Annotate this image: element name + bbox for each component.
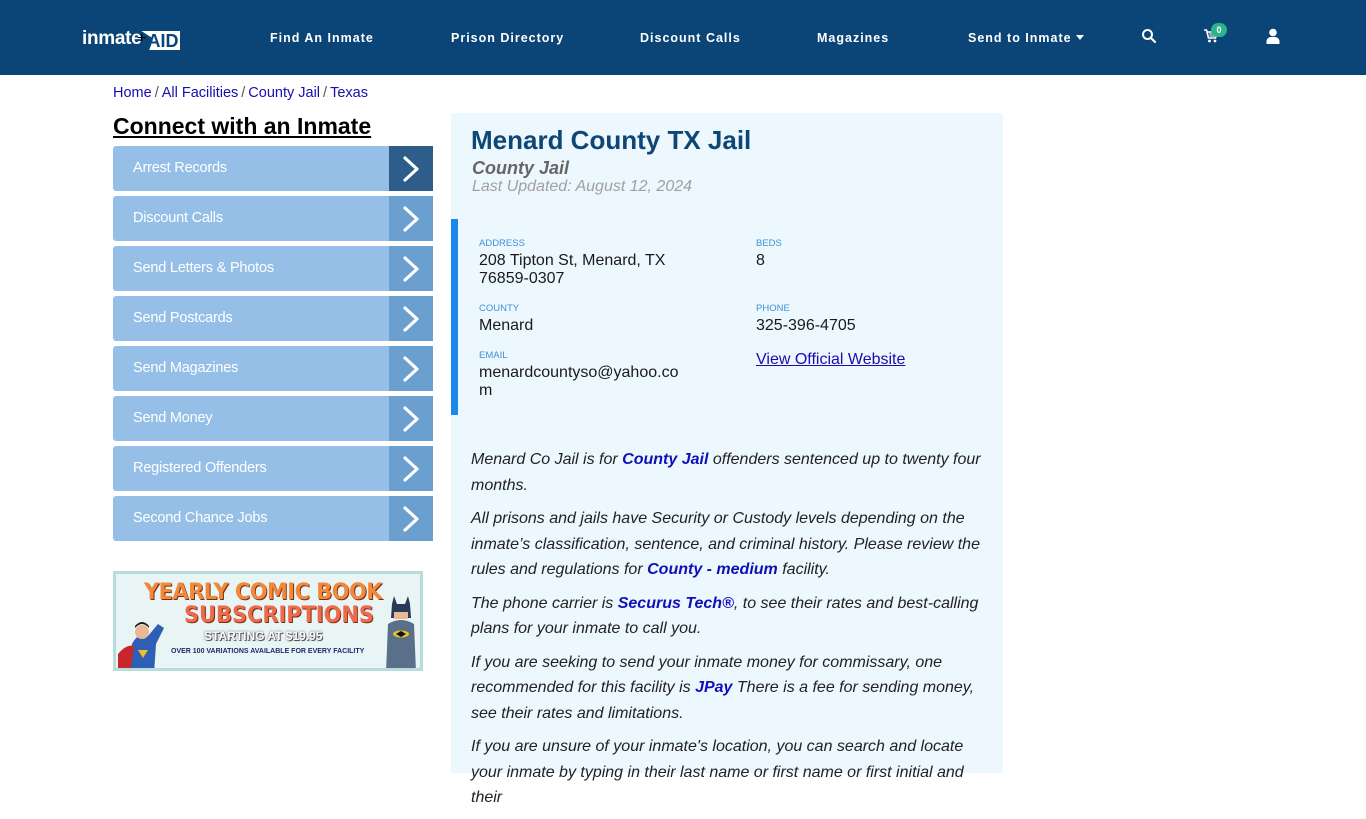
description-text: Menard Co Jail is for — [471, 451, 623, 468]
batman-illustration-icon — [386, 596, 416, 668]
county-medium-link[interactable]: County - medium — [647, 561, 778, 578]
sidebar-item-send-money[interactable]: Send Money — [113, 396, 433, 441]
phone-value[interactable]: 325-396-4705 — [756, 317, 856, 335]
description-paragraph: All prisons and jails have Security or C… — [471, 506, 991, 583]
breadcrumb-texas[interactable]: Texas — [330, 85, 368, 101]
breadcrumb-county-jail[interactable]: County Jail — [248, 85, 320, 101]
cart-count-badge: 0 — [1211, 23, 1227, 37]
view-official-website-link[interactable]: View Official Website — [756, 351, 905, 369]
chevron-right-icon — [389, 446, 433, 491]
county-jail-link[interactable]: County Jail — [622, 451, 708, 468]
address-label: ADDRESS — [479, 238, 525, 249]
description-text: If you are unsure of your inmate's locat… — [471, 738, 964, 806]
nav-discount-calls[interactable]: Discount Calls — [640, 30, 741, 46]
breadcrumb-separator: / — [241, 85, 246, 101]
inmateaid-logo[interactable]: inmate AID — [82, 26, 181, 50]
ad-tagline: OVER 100 VARIATIONS AVAILABLE FOR EVERY … — [171, 648, 365, 655]
logo-text-accent: AID — [141, 31, 181, 50]
chevron-right-icon — [389, 146, 433, 191]
breadcrumb-separator: / — [323, 85, 328, 101]
jpay-link[interactable]: JPay — [695, 679, 732, 696]
description-paragraph: If you are unsure of your inmate's locat… — [471, 734, 991, 811]
chevron-right-icon — [389, 396, 433, 441]
ad-headline: YEARLY COMIC BOOK — [144, 580, 383, 605]
sidebar-item-arrest-records[interactable]: Arrest Records — [113, 146, 433, 191]
chevron-right-icon — [389, 296, 433, 341]
sidebar-item-send-letters-photos[interactable]: Send Letters & Photos — [113, 246, 433, 291]
sidebar-item-label: Send Letters & Photos — [133, 260, 274, 276]
facility-description: Menard Co Jail is for County Jail offend… — [471, 447, 991, 819]
facility-title: Menard County TX Jail — [471, 125, 752, 155]
sidebar-item-label: Send Money — [133, 410, 213, 426]
sidebar-item-label: Send Magazines — [133, 360, 239, 376]
address-line-1: 208 Tipton St, Menard, TX — [479, 252, 666, 269]
securus-tech-link[interactable]: Securus Tech® — [618, 595, 734, 612]
email-line-1[interactable]: menardcountyso@yahoo.co — [479, 364, 678, 382]
ad-price: STARTING AT $19.95 — [204, 629, 323, 643]
description-paragraph: Menard Co Jail is for County Jail offend… — [471, 447, 991, 498]
address-line-2: 76859-0307 — [479, 270, 565, 287]
description-paragraph: If you are seeking to send your inmate m… — [471, 650, 991, 727]
sidebar-item-discount-calls[interactable]: Discount Calls — [113, 196, 433, 241]
chevron-right-icon — [389, 496, 433, 541]
sidebar-item-second-chance-jobs[interactable]: Second Chance Jobs — [113, 496, 433, 541]
county-label: COUNTY — [479, 303, 520, 314]
phone-field: PHONE 325-396-4705 — [756, 303, 856, 335]
facility-type: County Jail — [472, 158, 570, 178]
superhero-illustration-icon — [118, 622, 164, 668]
search-button[interactable] — [1139, 26, 1159, 46]
chevron-right-icon — [389, 346, 433, 391]
nav-magazines[interactable]: Magazines — [817, 30, 889, 46]
description-text: facility. — [777, 561, 830, 578]
email-field: EMAIL menardcountyso@yahoo.co m — [479, 350, 678, 400]
address-field: ADDRESS 208 Tipton St, Menard, TX 76859-… — [479, 238, 709, 288]
logo-text-main: inmate — [82, 28, 142, 49]
sidebar-item-label: Second Chance Jobs — [133, 510, 268, 526]
sidebar-item-registered-offenders[interactable]: Registered Offenders — [113, 446, 433, 491]
account-button[interactable] — [1263, 26, 1283, 46]
comic-subscription-ad-banner[interactable]: YEARLY COMIC BOOK SUBSCRIPTIONS STARTING… — [113, 571, 423, 671]
nav-find-an-inmate[interactable]: Find An Inmate — [270, 30, 374, 46]
chevron-right-icon — [389, 246, 433, 291]
sidebar-item-send-magazines[interactable]: Send Magazines — [113, 346, 433, 391]
breadcrumb-home[interactable]: Home — [113, 85, 152, 101]
nav-prison-directory[interactable]: Prison Directory — [451, 30, 564, 46]
breadcrumb-all-facilities[interactable]: All Facilities — [162, 85, 239, 101]
breadcrumb: Home / All Facilities / County Jail / Texas — [113, 85, 368, 101]
connect-menu: Arrest Records Discount Calls Send Lette… — [113, 146, 433, 546]
email-label: EMAIL — [479, 350, 508, 361]
sidebar-item-send-postcards[interactable]: Send Postcards — [113, 296, 433, 341]
beds-label: BEDS — [756, 238, 782, 249]
description-paragraph: The phone carrier is Securus Tech®, to s… — [471, 591, 991, 642]
beds-value: 8 — [756, 252, 765, 269]
phone-label: PHONE — [756, 303, 790, 314]
user-icon — [1266, 28, 1280, 44]
description-text: The phone carrier is — [471, 594, 618, 612]
nav-send-to-inmate-label: Send to Inmate — [968, 31, 1072, 45]
county-field: COUNTY Menard — [479, 303, 533, 335]
email-line-2[interactable]: m — [479, 382, 678, 400]
facility-card: Menard County TX Jail County Jail Last U… — [451, 113, 1003, 806]
last-updated: Last Updated: August 12, 2024 — [472, 178, 693, 195]
sidebar-item-label: Arrest Records — [133, 160, 227, 176]
connect-with-inmate-heading[interactable]: Connect with an Inmate — [113, 113, 371, 140]
nav-send-to-inmate[interactable]: Send to Inmate — [968, 30, 1084, 46]
county-value: Menard — [479, 317, 534, 334]
search-icon — [1142, 29, 1157, 44]
top-navigation-bar: inmate AID + Find An Inmate Prison Direc… — [0, 0, 1366, 75]
chevron-right-icon — [389, 196, 433, 241]
sidebar-item-label: Discount Calls — [133, 210, 223, 226]
breadcrumb-separator: / — [154, 85, 159, 101]
facility-info-box: ADDRESS 208 Tipton St, Menard, TX 76859-… — [451, 219, 1003, 415]
logo-plus-icon: + — [137, 30, 147, 47]
sidebar-item-label: Registered Offenders — [133, 460, 267, 476]
ad-subheadline: SUBSCRIPTIONS — [184, 603, 374, 628]
beds-field: BEDS 8 — [756, 238, 782, 270]
sidebar-item-label: Send Postcards — [133, 310, 233, 326]
caret-down-icon — [1075, 35, 1084, 40]
